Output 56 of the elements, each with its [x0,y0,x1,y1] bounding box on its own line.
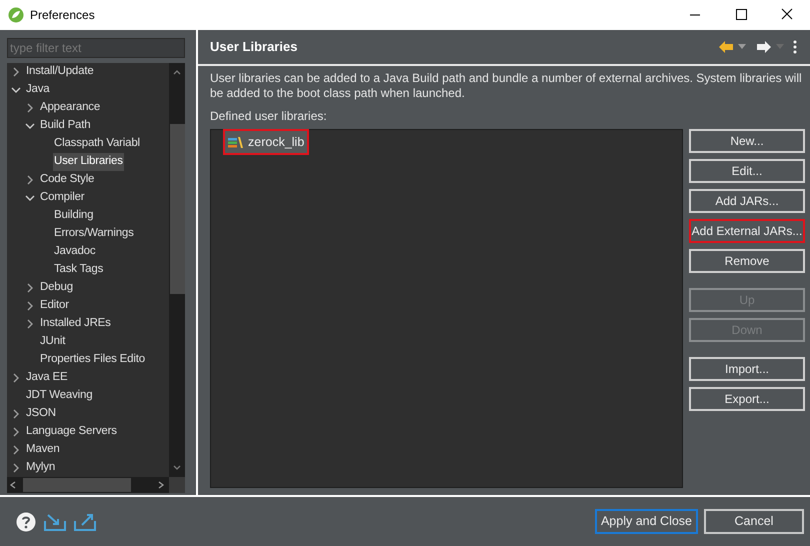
list-label: Defined user libraries: [210,108,328,125]
tree-item[interactable]: Building [53,207,94,225]
tree-item[interactable]: Java [25,81,50,99]
tree-item[interactable]: JUnit [39,333,66,351]
tree-item[interactable]: Java EE [25,369,68,387]
tree-item[interactable]: Language Servers [25,423,118,441]
more-icon[interactable] [792,40,798,54]
tree-item[interactable]: JSON [25,405,57,423]
page-title: User Libraries [210,38,298,56]
leaf-logo-icon [8,7,24,23]
dialog-button[interactable]: Cancel [704,509,804,534]
action-button[interactable]: Add JARs... [689,189,805,213]
dialog-button[interactable]: Apply and Close [594,509,698,534]
action-button[interactable]: Edit... [689,159,805,183]
forward-arrow-icon[interactable] [756,40,772,54]
tree-item[interactable]: Appearance [39,99,102,117]
chevron-down-icon[interactable] [11,85,21,95]
action-button[interactable]: Remove [689,249,805,273]
tree-item[interactable]: Classpath Variabl [53,135,141,153]
tree-item[interactable]: Compiler [39,189,86,207]
tree-item[interactable]: User Libraries [53,153,124,171]
chevron-right-icon[interactable] [25,175,35,185]
description-text: User libraries can be added to a Java Build path and bundle a number of external archives. System libraries will be added to the boot class path when launched. [210,71,803,101]
tree-item[interactable]: Errors/Warnings [53,225,135,243]
action-button[interactable]: Export... [689,387,805,411]
action-button[interactable]: Add External JARs... [689,219,805,243]
tree-item[interactable]: Properties Files Edito [39,351,146,369]
window-title: Preferences [30,7,95,24]
dropdown-icon[interactable] [738,44,746,50]
help-icon[interactable] [16,512,36,532]
scroll-thumb[interactable] [170,124,184,294]
chevron-right-icon[interactable] [11,67,21,77]
tree-item[interactable]: Build Path [39,117,92,135]
back-arrow-icon[interactable] [718,40,734,54]
chevron-down-icon[interactable] [25,193,35,203]
tree-item[interactable]: Debug [39,279,74,297]
export-icon[interactable] [74,512,96,530]
tree-item[interactable]: Task Tags [53,261,104,279]
tree-item[interactable]: Mylyn [25,459,56,477]
action-button[interactable]: Import... [689,357,805,381]
chevron-down-icon[interactable] [25,121,35,131]
books-icon [228,135,244,149]
library-item[interactable]: zerock_lib [225,131,308,153]
action-button[interactable]: New... [689,129,805,153]
chevron-right-icon[interactable] [11,373,21,383]
scroll-thumb[interactable] [23,478,131,492]
import-icon[interactable] [44,512,66,530]
tree-item[interactable]: JDT Weaving [25,387,94,405]
tree-item[interactable]: Editor [39,297,70,315]
tree-item[interactable]: Javadoc [53,243,96,261]
tree-item[interactable]: Maven [25,441,61,459]
tree-item[interactable]: Install/Update [25,63,95,81]
filter-field[interactable]: type filter text [7,38,185,58]
chevron-right-icon[interactable] [25,103,35,113]
tree-item[interactable]: Installed JREs [39,315,112,333]
tree-item[interactable]: Code Style [39,171,96,189]
